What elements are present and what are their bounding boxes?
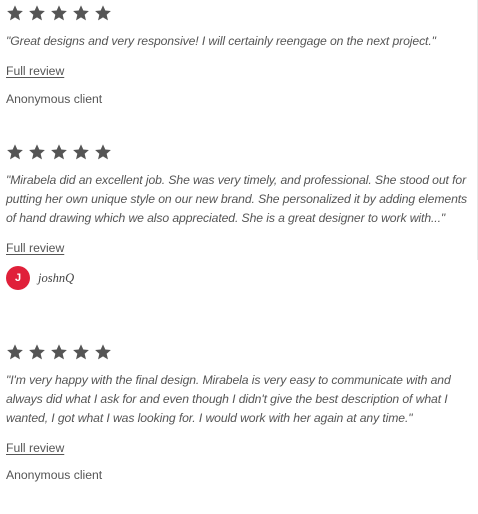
star-icon bbox=[94, 4, 112, 22]
star-icon bbox=[50, 343, 68, 361]
star-icon bbox=[94, 343, 112, 361]
star-rating bbox=[6, 143, 472, 161]
review-quote: "Great designs and very responsive! I wi… bbox=[6, 34, 436, 48]
star-icon bbox=[72, 143, 90, 161]
review-card: "Great designs and very responsive! I wi… bbox=[6, 4, 472, 106]
full-review-link[interactable]: Full review bbox=[6, 64, 64, 78]
star-icon bbox=[6, 4, 24, 22]
star-icon bbox=[28, 4, 46, 22]
review-quote: "Mirabela did an excellent job. She was … bbox=[6, 173, 468, 225]
review-quote: "I'm very happy with the final design. M… bbox=[6, 373, 451, 425]
star-icon bbox=[28, 343, 46, 361]
star-rating bbox=[6, 4, 472, 22]
star-icon bbox=[50, 143, 68, 161]
star-icon bbox=[94, 143, 112, 161]
reviewer-username[interactable]: joshnQ bbox=[38, 271, 74, 286]
star-icon bbox=[6, 343, 24, 361]
full-review-link[interactable]: Full review bbox=[6, 441, 64, 455]
client-name: Anonymous client bbox=[6, 468, 103, 482]
star-icon bbox=[50, 4, 68, 22]
star-icon bbox=[6, 143, 24, 161]
star-rating bbox=[6, 343, 472, 361]
client-name: Anonymous client bbox=[6, 92, 103, 106]
star-icon bbox=[72, 4, 90, 22]
star-icon bbox=[28, 143, 46, 161]
avatar[interactable]: J bbox=[6, 266, 30, 290]
full-review-link[interactable]: Full review bbox=[6, 241, 64, 255]
reviewer: J joshnQ bbox=[6, 266, 472, 290]
review-card: "Mirabela did an excellent job. She was … bbox=[6, 143, 472, 290]
star-icon bbox=[72, 343, 90, 361]
review-card: "I'm very happy with the final design. M… bbox=[6, 343, 472, 482]
